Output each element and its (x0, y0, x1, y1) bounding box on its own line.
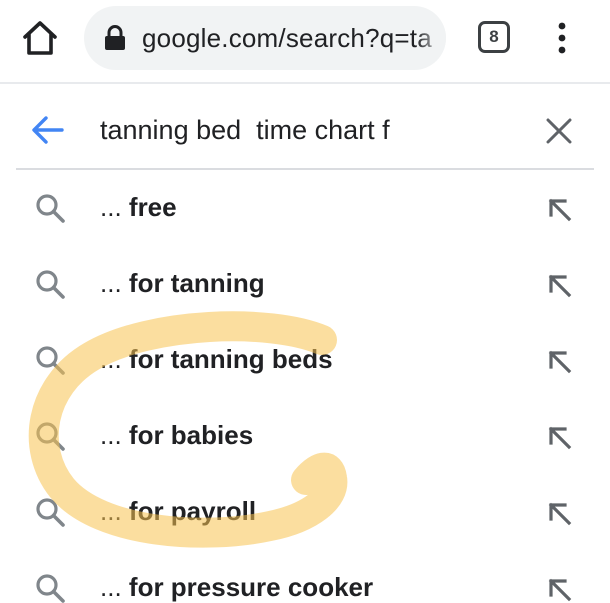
arrow-up-left-icon[interactable] (544, 194, 574, 224)
search-icon (36, 574, 65, 603)
suggestion-item[interactable]: ... for payroll (0, 474, 610, 550)
suggestion-completion: for pressure cooker (128, 572, 374, 602)
suggestion-item[interactable]: ... free (0, 170, 610, 246)
arrow-up-left-icon[interactable] (544, 574, 574, 603)
suggestion-text: ... for tanning (100, 266, 265, 300)
search-icon (36, 498, 65, 527)
suggestion-text: ... for babies (100, 418, 253, 452)
arrow-up-left-icon[interactable] (544, 270, 574, 300)
more-vert-icon (558, 22, 566, 54)
lock-icon (105, 25, 125, 50)
suggestion-completion: for babies (128, 420, 254, 450)
close-icon (546, 118, 572, 144)
arrow-up-left-icon[interactable] (544, 422, 574, 452)
clear-button[interactable] (544, 116, 574, 146)
suggestion-list: ... free ... for tanning ... for tanning… (0, 170, 610, 603)
suggestion-text: ... for payroll (100, 494, 256, 528)
search-icon (36, 422, 65, 451)
suggestion-prefix: ... (100, 420, 129, 450)
suggestion-prefix: ... (100, 344, 129, 374)
address-bar[interactable]: google.com/search?q=ta (84, 6, 446, 70)
suggestion-prefix: ... (100, 268, 129, 298)
suggestion-item[interactable]: ... for pressure cooker (0, 550, 610, 603)
arrow-up-left-icon[interactable] (544, 498, 574, 528)
search-icon (36, 194, 65, 223)
suggestion-item[interactable]: ... for tanning (0, 246, 610, 322)
search-icon (36, 346, 65, 375)
home-button[interactable] (18, 16, 62, 60)
arrow-back-icon (32, 116, 64, 144)
search-input[interactable]: tanning bed time chart f (100, 114, 390, 146)
toolbar-divider (0, 82, 610, 84)
suggestion-completion: free (128, 192, 177, 222)
back-button[interactable] (30, 114, 66, 146)
suggestion-item[interactable]: ... for tanning beds (0, 322, 610, 398)
home-icon (23, 21, 57, 55)
suggestion-completion: for payroll (128, 496, 257, 526)
suggestion-prefix: ... (100, 572, 129, 602)
tab-count: 8 (489, 27, 499, 46)
suggestion-prefix: ... (100, 496, 129, 526)
url-fade (416, 6, 446, 70)
suggestion-text: ... free (100, 190, 177, 224)
browser-toolbar: google.com/search?q=ta 8 (0, 0, 610, 82)
suggestion-prefix: ... (100, 192, 129, 222)
arrow-up-left-icon[interactable] (544, 346, 574, 376)
menu-button[interactable] (552, 20, 572, 56)
suggestion-text: ... for tanning beds (100, 342, 333, 376)
search-icon (36, 270, 65, 299)
suggestion-completion: for tanning (128, 268, 265, 298)
suggestion-text: ... for pressure cooker (100, 570, 373, 603)
suggestion-completion: for tanning beds (128, 344, 333, 374)
suggestion-item[interactable]: ... for babies (0, 398, 610, 474)
search-box: tanning bed time chart f (0, 92, 610, 168)
browser-page: google.com/search?q=ta 8 tanning bed tim… (0, 0, 610, 603)
tab-switcher-button[interactable]: 8 (478, 21, 510, 53)
url-text: google.com/search?q=ta (142, 23, 432, 53)
